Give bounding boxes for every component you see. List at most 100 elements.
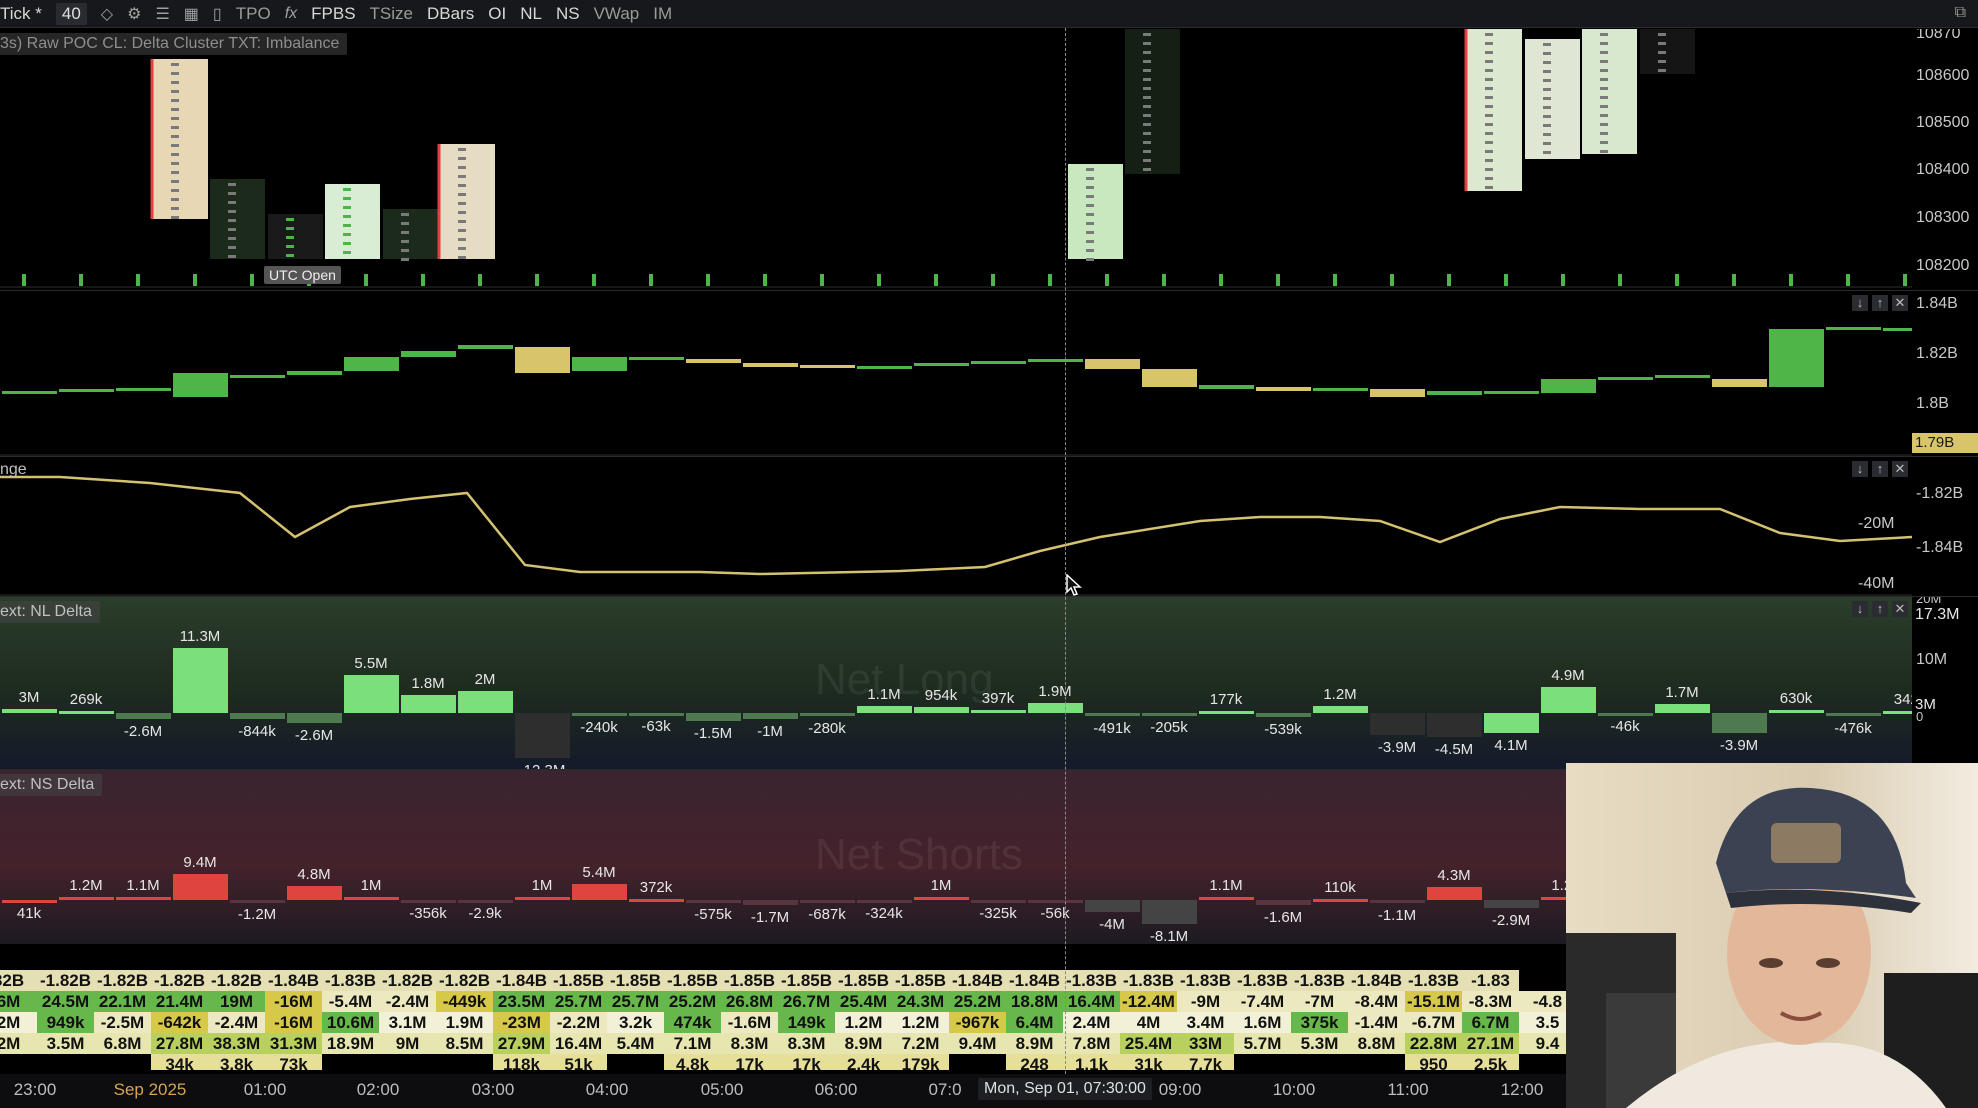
footprint-cell — [1485, 78, 1493, 81]
change-tick: -1.82B — [1916, 485, 1964, 502]
volume-tick — [1789, 274, 1793, 286]
price-pane[interactable]: 3s) Raw POC CL: Delta Cluster TXT: Imbal… — [0, 29, 1978, 289]
layout-icon[interactable]: ☰ — [155, 4, 169, 24]
footprint-cell — [1600, 87, 1608, 90]
oi-candle — [1541, 379, 1596, 393]
tpo-button[interactable]: TPO — [236, 4, 271, 24]
stats-cell: 27.9M — [493, 1033, 550, 1054]
stepper-icon[interactable]: ◇ — [101, 4, 113, 24]
stats-cell: 2.4M — [1063, 1012, 1120, 1033]
footprint-cell — [171, 198, 179, 201]
ns-delta-bar — [230, 900, 285, 903]
stats-cell: -12.4M — [1120, 991, 1177, 1012]
price-axis: 10870 108600 108500 108400 108300 108200 — [1912, 29, 1978, 289]
arrow-up-icon[interactable]: ↑ — [1872, 295, 1888, 311]
stats-cell: 949k — [37, 1012, 94, 1033]
change-pane[interactable]: nge ↓ ↑ ✕ -1.82B -20M -1.84B -40M — [0, 456, 1978, 596]
tick-size-input[interactable]: 40 — [55, 2, 87, 25]
nl-bar-label: -1M — [757, 723, 783, 740]
nl-bar-label: 5.5M — [354, 655, 388, 672]
arrow-down-icon[interactable]: ↓ — [1852, 461, 1868, 477]
footprint-cell — [1600, 150, 1608, 153]
oi-candle — [1142, 369, 1197, 387]
ns-delta-bar — [1427, 887, 1482, 900]
stats-cell: 950 — [1405, 1054, 1462, 1070]
stats-cell: 9.4 — [1519, 1033, 1566, 1054]
footprint-cell — [171, 144, 179, 147]
oi-candle — [1598, 377, 1653, 380]
footprint-cell — [1658, 51, 1666, 54]
fpbs-button[interactable]: FPBS — [311, 4, 355, 24]
stats-cell: 16.4M — [1063, 991, 1120, 1012]
change-line-chart[interactable] — [0, 457, 1912, 596]
volume-tick — [934, 274, 938, 286]
stats-cell: 82B — [0, 970, 37, 991]
footprint-cell — [343, 224, 351, 227]
footprint-cell — [1143, 141, 1151, 144]
dbars-button[interactable]: DBars — [427, 4, 474, 24]
close-icon[interactable]: ✕ — [1892, 601, 1908, 617]
gear-icon[interactable]: ⚙ — [127, 4, 141, 24]
oi-candle — [515, 347, 570, 373]
stats-table: 82B-1.82B-1.82B-1.82B-1.82B-1.84B-1.83B-… — [0, 970, 1566, 1070]
footprint-cell — [1543, 70, 1551, 73]
nl-delta-bar — [1484, 713, 1539, 733]
footprint-cell — [1658, 60, 1666, 63]
oi-tick: 1.8B — [1916, 395, 1949, 412]
arrow-down-icon[interactable]: ↓ — [1852, 601, 1868, 617]
footprint-cell — [401, 240, 409, 243]
arrow-down-icon[interactable]: ↓ — [1852, 295, 1868, 311]
stats-cell: 25.7M — [550, 991, 607, 1012]
footprint-cell — [1086, 213, 1094, 216]
footprint-cell — [401, 258, 409, 261]
ns-bar-label: 41k — [16, 905, 42, 922]
stats-cell: 3.5M — [37, 1033, 94, 1054]
ns-bar-label: 110k — [1324, 879, 1356, 896]
stats-cell: -1.85B — [607, 970, 664, 991]
footprint-cell — [458, 211, 466, 214]
stats-cell: -8.4M — [1348, 991, 1405, 1012]
arrow-up-icon[interactable]: ↑ — [1872, 461, 1888, 477]
volume-tick — [877, 274, 881, 286]
tsize-button[interactable]: TSize — [370, 4, 413, 24]
stats-cell: 17k — [721, 1054, 778, 1070]
close-icon[interactable]: ✕ — [1892, 461, 1908, 477]
nl-bar-label: 2M — [474, 671, 496, 688]
oi-candle — [59, 389, 114, 392]
oi-candle — [857, 366, 912, 369]
footprint-cell — [1485, 60, 1493, 63]
nl-bar-label: 3M — [18, 689, 40, 706]
ns-delta-bar — [572, 884, 627, 900]
footprint-chart[interactable] — [0, 29, 1912, 289]
nl-delta-bar — [2, 709, 57, 713]
nl-delta-chart[interactable] — [0, 597, 1912, 769]
nl-button[interactable]: NL — [520, 4, 542, 24]
oi-pane[interactable]: ↓ ↑ ✕ 1.84B 1.82B 1.8B 1.79B — [0, 290, 1978, 456]
time-label: 12:00 — [1500, 1080, 1544, 1099]
stats-cell: -6.7M — [1405, 1012, 1462, 1033]
window-icon[interactable]: ⧉ — [1955, 4, 1966, 22]
nl-delta-bar — [743, 713, 798, 719]
vwap-button[interactable]: VWap — [594, 4, 640, 24]
nl-delta-bar — [914, 707, 969, 713]
fx-icon[interactable]: fx — [285, 5, 297, 23]
ns-button[interactable]: NS — [556, 4, 580, 24]
oi-candle — [1256, 387, 1311, 391]
candle-icon[interactable]: ▯ — [213, 4, 222, 24]
ns-bar-label: -1.6M — [1263, 909, 1303, 926]
oi-chart[interactable] — [0, 291, 1912, 456]
footprint-cell — [1086, 240, 1094, 243]
chart-type-label[interactable]: Tick * — [0, 4, 42, 24]
im-button[interactable]: IM — [653, 4, 672, 24]
nl-delta-pane[interactable]: Net Long 3M 269k -2.6M 11.3M -844k -2.6M 5.5M 1… — [0, 596, 1978, 769]
grid-icon[interactable]: ▦ — [184, 4, 199, 24]
nl-delta-bar — [1598, 713, 1653, 716]
arrow-up-icon[interactable]: ↑ — [1872, 601, 1888, 617]
footprint-cell — [458, 229, 466, 232]
oi-candle — [971, 361, 1026, 364]
stats-cell: -1.85B — [550, 970, 607, 991]
volume-tick — [535, 274, 539, 286]
oi-button[interactable]: OI — [488, 4, 506, 24]
close-icon[interactable]: ✕ — [1892, 295, 1908, 311]
ns-delta-bar — [59, 897, 114, 900]
